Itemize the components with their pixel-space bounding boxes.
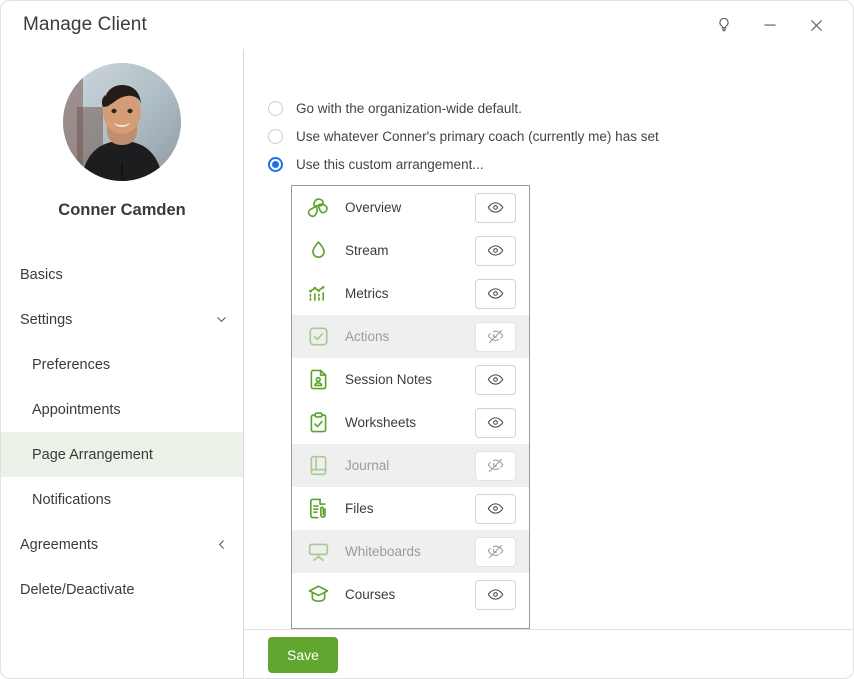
eye-icon[interactable] [475, 192, 516, 223]
list-item[interactable]: Files [292, 487, 529, 530]
radio-label: Use this custom arrangement... [296, 157, 484, 172]
eye-icon[interactable] [475, 493, 516, 524]
sidebar-item-label: Notifications [32, 491, 111, 508]
list-item[interactable]: Whiteboards [292, 530, 529, 573]
clipboard-check-icon [306, 411, 330, 435]
graduation-cap-icon [306, 583, 330, 607]
list-item[interactable]: Session Notes [292, 358, 529, 401]
sidebar-item-basics[interactable]: Basics [1, 252, 243, 297]
list-item-label: Journal [345, 458, 390, 473]
check-square-icon [306, 325, 330, 349]
sidebar-item-label: Page Arrangement [32, 446, 153, 463]
list-item-label: Files [345, 501, 374, 516]
window-controls [711, 12, 835, 38]
chevron-down-icon [214, 312, 229, 327]
sidebar-item-label: Agreements [20, 536, 99, 553]
dialog-body: Conner Camden Basics Settings Preference… [1, 49, 853, 678]
eye-off-icon[interactable] [475, 450, 516, 481]
page-arrangement-list: Overview Stream Metrics Actions Session … [291, 185, 530, 629]
list-item[interactable]: Overview [292, 186, 529, 229]
sidebar-item-notifications[interactable]: Notifications [1, 477, 243, 522]
eye-icon[interactable] [475, 407, 516, 438]
sidebar-item-label: Appointments [32, 401, 121, 418]
title-bar: Manage Client [1, 1, 853, 49]
list-item-label: Whiteboards [345, 544, 421, 559]
client-name: Conner Camden [58, 201, 186, 219]
eye-icon[interactable] [475, 364, 516, 395]
sidebar-item-label: Settings [20, 311, 73, 328]
list-item[interactable]: Stream [292, 229, 529, 272]
water-drop-icon [306, 239, 330, 263]
sidebar-item-page-arrangement[interactable]: Page Arrangement [1, 432, 243, 477]
main-panel: Go with the organization-wide default. U… [244, 49, 853, 678]
radio-button[interactable] [268, 101, 283, 116]
list-item-label: Session Notes [345, 372, 433, 387]
list-item-label: Stream [345, 243, 389, 258]
eye-off-icon[interactable] [475, 536, 516, 567]
sidebar-item-label: Preferences [32, 356, 111, 373]
sidebar: Conner Camden Basics Settings Preference… [1, 49, 244, 678]
eye-off-icon[interactable] [475, 321, 516, 352]
file-attachment-icon [306, 497, 330, 521]
list-item[interactable]: Metrics [292, 272, 529, 315]
sidebar-item-agreements[interactable]: Agreements [1, 522, 243, 567]
list-item-label: Courses [345, 587, 396, 602]
sidebar-item-settings[interactable]: Settings [1, 297, 243, 342]
avatar-container [1, 63, 243, 181]
sidebar-item-delete-deactivate[interactable]: Delete/Deactivate [1, 567, 243, 612]
list-item[interactable]: Courses [292, 573, 529, 616]
chevron-left-icon [214, 537, 229, 552]
dialog-footer: Save [244, 629, 853, 678]
manage-client-dialog: Manage Client Conner Camden Basics Setti… [0, 0, 854, 679]
list-item-label: Actions [345, 329, 390, 344]
sidebar-item-preferences[interactable]: Preferences [1, 342, 243, 387]
sidebar-item-label: Basics [20, 266, 63, 283]
list-item[interactable]: Actions [292, 315, 529, 358]
eye-icon[interactable] [475, 235, 516, 266]
eye-icon[interactable] [475, 278, 516, 309]
radio-label: Go with the organization-wide default. [296, 101, 522, 116]
close-icon[interactable] [803, 12, 829, 38]
document-person-icon [306, 368, 330, 392]
list-item-label: Overview [345, 200, 402, 215]
leaves-circle-icon [306, 196, 330, 220]
list-item[interactable]: Worksheets [292, 401, 529, 444]
whiteboard-icon [306, 540, 330, 564]
radio-option-primary-coach[interactable]: Use whatever Conner's primary coach (cur… [268, 125, 853, 148]
sidebar-nav: Basics Settings Preferences Appointments… [1, 252, 243, 612]
save-button[interactable]: Save [268, 636, 338, 673]
list-item[interactable]: Journal [292, 444, 529, 487]
radio-option-custom-arrangement[interactable]: Use this custom arrangement... [268, 153, 853, 176]
avatar [63, 63, 181, 181]
list-item-label: Worksheets [345, 415, 417, 430]
list-item-label: Metrics [345, 286, 389, 301]
sidebar-item-appointments[interactable]: Appointments [1, 387, 243, 432]
radio-button[interactable] [268, 129, 283, 144]
radio-label: Use whatever Conner's primary coach (cur… [296, 129, 659, 144]
main-content: Go with the organization-wide default. U… [244, 49, 853, 629]
lightbulb-icon[interactable] [711, 12, 737, 38]
minimize-icon[interactable] [757, 12, 783, 38]
sidebar-item-label: Delete/Deactivate [20, 581, 135, 598]
book-icon [306, 454, 330, 478]
radio-button[interactable] [268, 157, 283, 172]
page-title: Manage Client [23, 14, 147, 35]
eye-icon[interactable] [475, 579, 516, 610]
bar-chart-icon [306, 282, 330, 306]
radio-option-org-default[interactable]: Go with the organization-wide default. [268, 97, 853, 120]
